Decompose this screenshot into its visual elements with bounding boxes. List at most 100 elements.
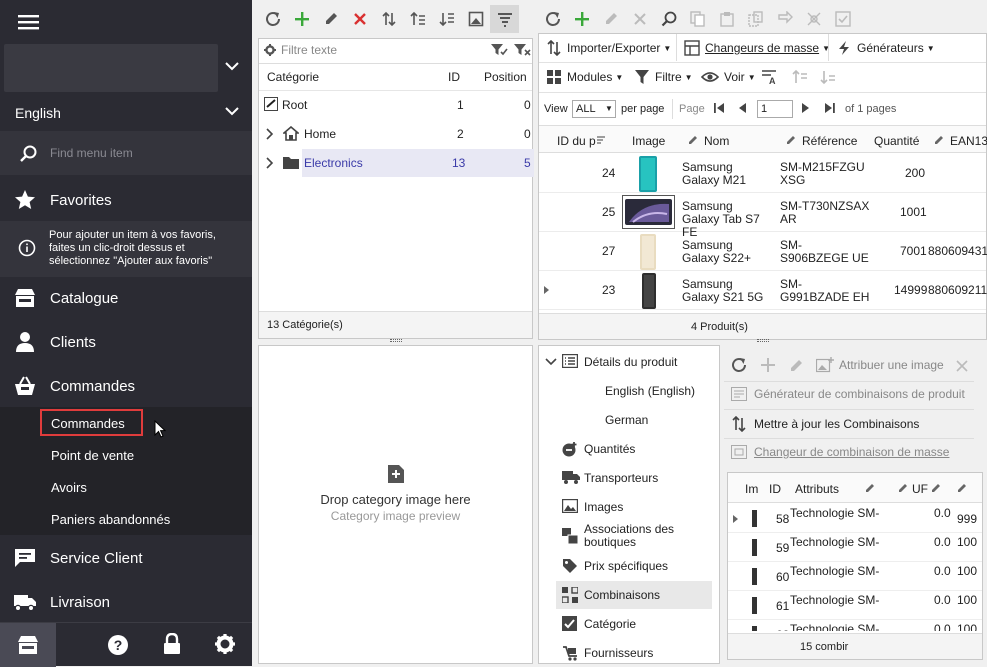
detail-item-german[interactable]: German [605,413,648,427]
search-icon[interactable] [654,5,683,33]
detail-item-fournisseurs[interactable]: Fournisseurs [584,646,653,660]
chevron-down-icon[interactable] [224,60,240,72]
column-header-attributs[interactable]: Attributs [795,482,839,496]
chevron-right-icon[interactable] [266,157,274,169]
sort-icon[interactable] [374,5,403,33]
refresh-icon[interactable] [538,5,567,33]
detail-item-quantites[interactable]: Quantités [584,442,635,456]
nav-commandes[interactable]: Commandes [0,372,252,400]
search-input[interactable]: Find menu item [50,146,133,160]
edit-icon[interactable] [788,358,804,374]
add-icon[interactable] [761,358,775,372]
first-page-icon[interactable] [713,102,725,114]
next-page-icon[interactable] [801,102,811,114]
table-row[interactable]: 61 Technologie SM- 0.0 100 [728,591,982,620]
nav-service-client[interactable]: Service Client [0,544,252,572]
column-header-reference[interactable]: Référence [802,134,857,148]
assign-image-button[interactable]: Attribuer une image [816,357,944,373]
tree-row[interactable]: Root 1 0 [259,94,532,116]
page-input[interactable]: 1 [757,100,793,118]
view-menu[interactable]: Voir ▼ [701,69,756,85]
help-icon[interactable]: ? [107,634,129,656]
nav-clients[interactable]: Clients [0,328,252,356]
column-header-nom[interactable]: Nom [704,134,729,148]
chevron-down-icon[interactable] [224,105,240,117]
move-icon[interactable] [770,5,799,33]
delete-icon[interactable] [345,5,374,33]
column-header-id[interactable]: ID du p [557,134,596,148]
import-export-menu[interactable]: Importer/Exporter ▼ [546,40,671,56]
filter-input[interactable]: Filtre texte [281,43,337,57]
gear-icon[interactable] [264,44,276,56]
table-row[interactable]: 58 Technologie SM- 0.0 999 [728,504,982,533]
filter-clear-icon[interactable] [513,43,531,57]
table-row[interactable]: 27 Samsung Galaxy S22+ SM-S906BZEGE UE 7… [539,232,987,271]
prev-page-icon[interactable] [737,102,747,114]
refresh-icon[interactable] [730,356,748,374]
nav-catalogue[interactable]: Catalogue [0,284,252,312]
store-icon[interactable] [0,623,56,667]
move-down-icon[interactable] [432,5,461,33]
bulk-icon[interactable] [799,5,828,33]
chevron-down-icon[interactable] [545,358,557,366]
copy-icon[interactable] [683,5,712,33]
column-header-position[interactable]: Position [484,70,527,84]
move-up-icon[interactable] [403,5,432,33]
menu-search[interactable]: Find menu item [0,131,252,175]
gear-icon[interactable] [214,633,236,655]
add-icon[interactable] [567,5,596,33]
duplicate-icon[interactable] [741,5,770,33]
column-header-id[interactable]: ID [769,482,781,496]
generators-menu[interactable]: Générateurs ▼ [836,40,935,56]
table-row[interactable]: 23 Samsung Galaxy S21 5G SM-G991BZADE EH… [539,271,987,310]
details-header[interactable]: Détails du produit [584,355,677,369]
splitter-handle[interactable] [390,339,402,342]
table-row[interactable]: 25 Samsung Galaxy Tab S7 FE SM-T730NZSAX… [539,193,986,239]
column-header-id[interactable]: ID [448,70,460,84]
shop-selector[interactable] [4,44,218,92]
text-format-icon[interactable]: A [761,69,779,85]
detail-item-combinaisons[interactable]: Combinaisons [584,588,660,602]
language-selector[interactable]: English [15,105,61,121]
generator-button[interactable]: Générateur de combinaisons de produit [731,387,965,401]
category-image-panel[interactable]: Drop category image here Category image … [258,345,533,664]
table-row[interactable]: 62 Technologie SM- 0.0 100 [728,620,982,631]
delete-icon[interactable] [625,5,654,33]
chevron-right-icon[interactable] [266,128,274,140]
detail-item-prix[interactable]: Prix spécifiques [584,559,668,573]
sub-item-paniers-abandonnes[interactable]: Paniers abandonnés [51,512,170,527]
table-row[interactable]: 60 Technologie SM- 0.0 100 [728,562,982,591]
last-page-icon[interactable] [824,102,836,114]
edit-icon[interactable] [316,5,345,33]
column-header-uf[interactable]: UF [912,482,928,496]
filter-list-icon[interactable] [490,5,519,33]
hamburger-icon[interactable] [18,12,40,32]
filter-menu[interactable]: Filtre ▼ [634,69,693,85]
column-header-categorie[interactable]: Catégorie [267,70,319,84]
refresh-icon[interactable] [258,5,287,33]
update-combinations-button[interactable]: Mettre à jour les Combinaisons [731,416,919,432]
edit-icon[interactable] [596,5,625,33]
sort-down-icon[interactable] [820,69,836,85]
filter-check-icon[interactable] [490,43,508,57]
sort-up-icon[interactable] [792,69,808,85]
tree-row-selected[interactable]: Electronics 13 5 [259,149,534,177]
nav-livraison[interactable]: Livraison [0,588,252,616]
view-select[interactable]: ALL ▼ [572,100,616,118]
close-icon[interactable] [956,360,968,372]
detail-item-images[interactable]: Images [584,500,623,514]
mass-changers-menu[interactable]: Changeurs de masse ▼ [684,40,830,56]
image-icon[interactable] [461,5,490,33]
paste-icon[interactable] [712,5,741,33]
mass-changer-button[interactable]: Changeur de combinaison de masse [731,445,949,459]
detail-item-transporteurs[interactable]: Transporteurs [584,471,658,485]
column-header-quantite[interactable]: Quantité [874,134,919,148]
add-icon[interactable] [287,5,316,33]
column-header-ean13[interactable]: EAN13 [950,134,987,148]
column-header-image[interactable]: Im [745,482,758,496]
detail-item-categorie[interactable]: Catégorie [584,617,636,631]
table-row[interactable]: 59 Technologie SM- 0.0 100 [728,533,982,562]
sub-item-avoirs[interactable]: Avoirs [51,480,87,495]
tree-row[interactable]: Home 2 0 [259,123,532,145]
table-row[interactable]: 24 Samsung Galaxy M21 SM-M215FZGU XSG 20… [539,154,986,193]
